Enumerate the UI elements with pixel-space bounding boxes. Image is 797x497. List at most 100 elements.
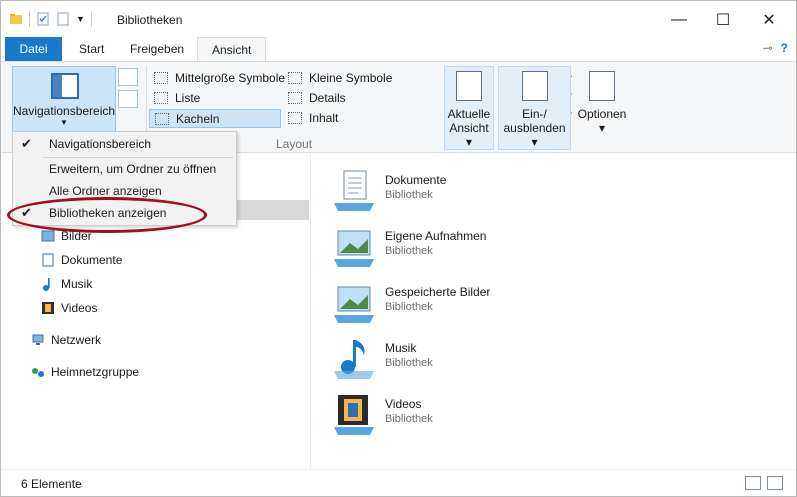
tile-dokumente[interactable]: Dokumente Bibliothek	[332, 169, 632, 217]
videos-icon	[42, 302, 54, 314]
list-icon	[154, 92, 168, 104]
tile-subtitle: Bibliothek	[385, 357, 433, 369]
maximize-button[interactable]: ☐	[700, 7, 746, 33]
menu-item-erweitern[interactable]: Erweitern, um Ordner zu öffnen	[13, 158, 236, 180]
current-view-button[interactable]: Aktuelle Ansicht ▾	[444, 66, 494, 150]
tile-subtitle: Bibliothek	[385, 301, 433, 313]
tile-gespeicherte-bilder[interactable]: Gespeicherte Bilder Bibliothek	[332, 281, 632, 329]
nav-item-netzwerk[interactable]: Netzwerk	[31, 330, 101, 350]
navigation-pane-button[interactable]: Navigationsbereich ▼	[12, 66, 116, 132]
music-icon	[43, 278, 50, 291]
nav-item-heimnetzgruppe[interactable]: Heimnetzgruppe	[31, 362, 139, 382]
layout-list[interactable]: Liste	[149, 89, 200, 108]
tab-start[interactable]: Start	[65, 37, 118, 61]
layout-item-label: Mittelgroße Symbole	[175, 71, 286, 85]
tiles-icon	[155, 113, 169, 125]
layout-details[interactable]: Details	[283, 89, 346, 108]
layout-medium-icons[interactable]: Mittelgroße Symbole	[149, 69, 285, 88]
qat-customize-icon[interactable]: ▼	[76, 14, 85, 24]
layout-item-label: Kacheln	[176, 112, 220, 126]
current-view-label-2-text: Ansicht	[449, 121, 489, 135]
details-view-icon[interactable]	[745, 476, 761, 490]
homegroup-icon	[32, 368, 44, 377]
camera-roll-library-icon	[334, 230, 374, 267]
menu-item-label: Erweitern, um Ordner zu öffnen	[49, 162, 217, 176]
navigation-pane-icon	[51, 73, 79, 99]
layout-item-label: Inhalt	[309, 111, 339, 125]
show-hide-button[interactable]: Ein-/ ausblenden ▾	[498, 66, 571, 150]
nav-item-musik[interactable]: Musik	[41, 274, 92, 294]
options-icon	[589, 71, 615, 101]
chevron-down-icon: ▾	[598, 121, 606, 135]
current-view-label-1: Aktuelle	[447, 107, 491, 121]
nav-item-label: Dokumente	[61, 253, 123, 267]
tile-videos[interactable]: Videos Bibliothek	[332, 393, 632, 441]
pin-ribbon-icon[interactable]: ⊸	[763, 41, 773, 55]
details-pane-icon[interactable]	[118, 90, 138, 108]
tile-musik[interactable]: Musik Bibliothek	[332, 337, 632, 385]
layout-item-label: Liste	[175, 91, 201, 105]
tab-ansicht[interactable]: Ansicht	[197, 37, 267, 62]
minimize-button[interactable]: —	[656, 7, 702, 33]
tab-freigeben[interactable]: Freigeben	[116, 37, 198, 61]
window-title: Bibliotheken	[117, 13, 183, 27]
show-hide-label-1: Ein-/	[522, 107, 547, 121]
title-bar: ▼ Bibliotheken — ☐ ✕	[1, 1, 796, 37]
explorer-window: ▼ Bibliotheken — ☐ ✕ Datei Start Freigeb…	[0, 0, 797, 497]
quick-access-toolbar: ▼	[9, 11, 92, 27]
layout-tiles[interactable]: Kacheln	[149, 109, 281, 128]
layout-group-label: Layout	[276, 137, 313, 151]
nav-item-label: Heimnetzgruppe	[51, 365, 140, 379]
tile-name: Videos	[385, 397, 422, 411]
show-hide-label-2-text: ausblenden	[503, 121, 566, 135]
nav-item-videos[interactable]: Videos	[41, 298, 97, 318]
layout-group: Mittelgroße Symbole Kleine Symbole Liste…	[146, 66, 573, 132]
menu-item-navigationsbereich[interactable]: ✔ Navigationsbereich	[13, 133, 236, 155]
file-list: Dokumente Bibliothek Eigene Aufnahmen Bi…	[312, 153, 796, 469]
medium-icons-icon	[154, 72, 168, 84]
details-icon	[288, 92, 302, 104]
options-button[interactable]: Optionen ▾	[573, 66, 631, 150]
saved-pictures-library-icon	[334, 286, 374, 323]
large-icons-view-icon[interactable]	[767, 476, 783, 490]
tile-subtitle: Bibliothek	[385, 245, 433, 257]
nav-selected-row[interactable]	[237, 200, 309, 220]
navigation-pane-label: Navigationsbereich	[13, 104, 116, 118]
layout-item-label: Kleine Symbole	[309, 71, 393, 85]
folder-icon[interactable]	[9, 12, 23, 26]
nav-item-label: Netzwerk	[51, 333, 102, 347]
help-icon[interactable]: ?	[781, 41, 788, 55]
layout-content[interactable]: Inhalt	[283, 109, 338, 128]
current-view-icon	[456, 71, 482, 101]
nav-item-dokumente[interactable]: Dokumente	[41, 250, 122, 270]
tile-subtitle: Bibliothek	[385, 189, 433, 201]
pictures-icon	[41, 230, 55, 242]
tabs-right-controls: ⊸ ?	[763, 41, 788, 55]
qat-separator-2	[90, 11, 92, 27]
nav-item-label: Videos	[61, 301, 98, 315]
tile-subtitle: Bibliothek	[385, 413, 433, 425]
documents-library-icon	[334, 170, 374, 211]
tile-name: Dokumente	[385, 173, 447, 187]
small-icons-icon	[288, 72, 302, 84]
show-hide-icon	[521, 71, 548, 101]
close-button[interactable]: ✕	[746, 7, 792, 33]
properties-icon[interactable]	[36, 12, 50, 26]
new-folder-icon[interactable]	[56, 12, 70, 26]
item-count: 6 Elemente	[21, 477, 82, 491]
qat-separator	[29, 11, 30, 27]
network-icon	[32, 334, 44, 345]
layout-small-icons[interactable]: Kleine Symbole	[283, 69, 392, 88]
chevron-down-icon: ▼	[60, 118, 68, 127]
ribbon-tabs: Datei Start Freigeben Ansicht ⊸ ?	[1, 37, 796, 62]
content-icon	[288, 112, 302, 124]
layout-item-label: Details	[309, 91, 346, 105]
tile-name: Gespeicherte Bilder	[385, 285, 491, 299]
preview-pane-icon[interactable]	[118, 68, 138, 86]
menu-item-label: Alle Ordner anzeigen	[49, 184, 162, 198]
tile-eigene-aufnahmen[interactable]: Eigene Aufnahmen Bibliothek	[332, 225, 632, 273]
current-view-label-2: Ansicht ▾	[449, 121, 489, 149]
videos-library-icon	[334, 395, 374, 435]
tab-datei[interactable]: Datei	[5, 37, 62, 61]
nav-item-label: Musik	[61, 277, 93, 291]
